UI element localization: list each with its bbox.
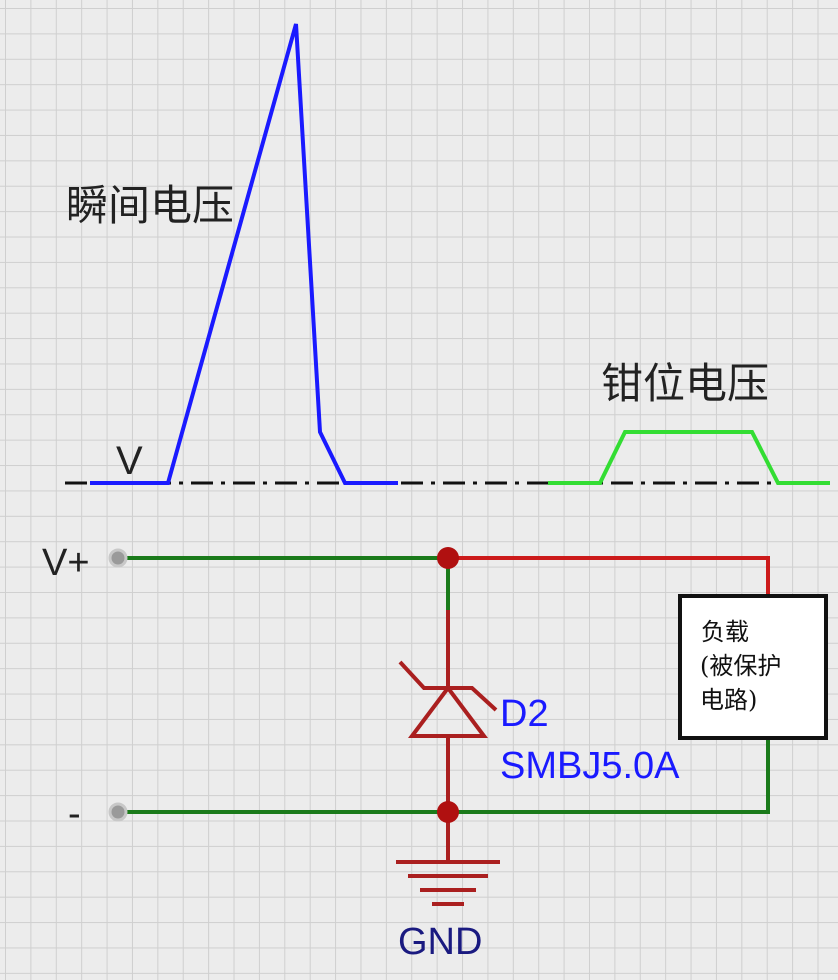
positive-terminal-label: V+ (42, 542, 90, 584)
load-label-line3: 电路) (700, 686, 757, 714)
diode-part-number-label: SMBJ5.0A (500, 745, 680, 787)
load-label-line1: 负载 (701, 618, 749, 646)
negative-terminal-label: - (68, 793, 81, 835)
transient-voltage-label: 瞬间电压 (66, 181, 234, 230)
positive-terminal-pin[interactable] (108, 548, 128, 568)
wire-load-supply (448, 556, 770, 596)
transient-voltage-waveform (90, 23, 398, 485)
ground-label: GND (398, 921, 482, 963)
clamp-voltage-waveform (548, 430, 830, 485)
clamp-voltage-label: 钳位电压 (601, 359, 769, 408)
baseline-voltage-label: V (116, 439, 143, 483)
load-label-line2: (被保护 (700, 652, 781, 680)
diode-reference-label: D2 (500, 693, 549, 735)
ground-symbol (396, 812, 500, 906)
junction-bottom (437, 801, 459, 823)
tvs-protection-diagram: 瞬间电压 钳位电压 V V+ - D2 SMBJ5.0A GND 负载 (被保护… (42, 23, 830, 963)
negative-terminal-pin[interactable] (108, 802, 128, 822)
junction-top (437, 547, 459, 569)
